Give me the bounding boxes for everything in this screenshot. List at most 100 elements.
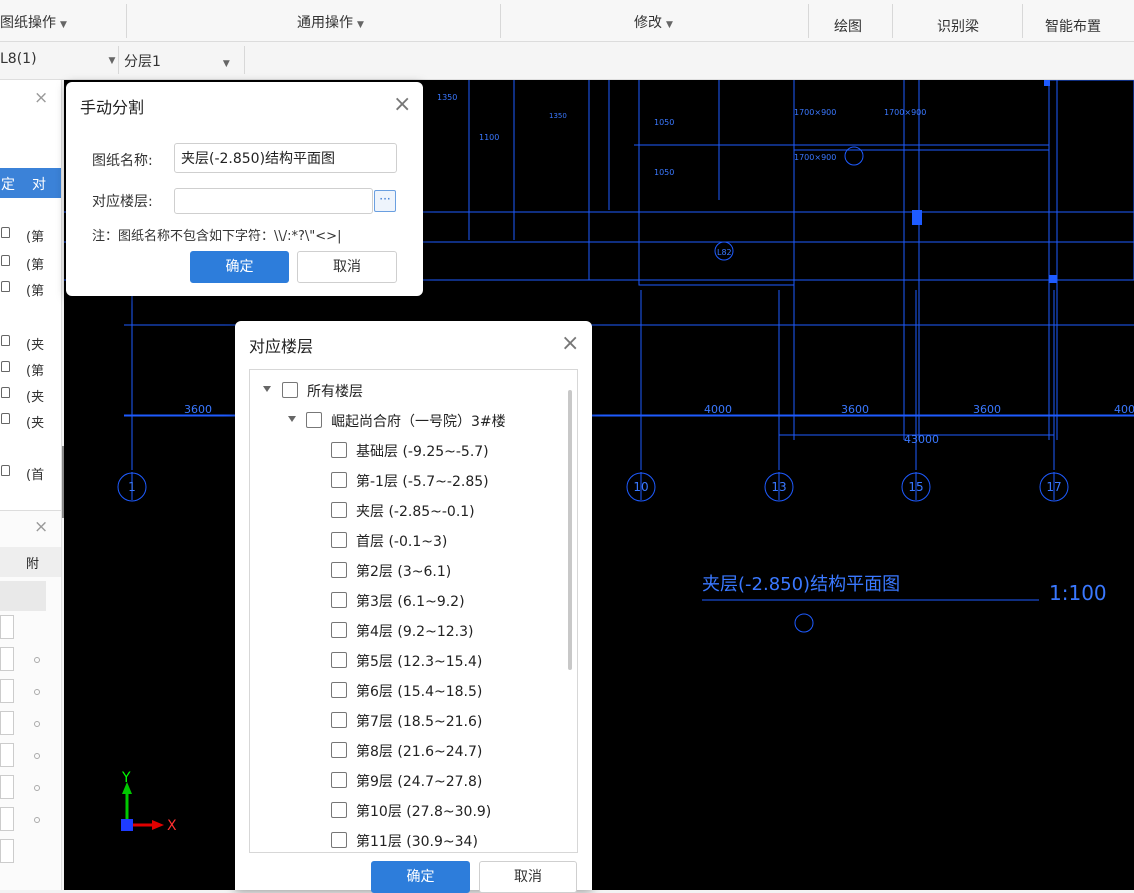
tree-node-floor[interactable]: 第2层 (3~6.1)	[250, 558, 560, 584]
checkbox[interactable]	[331, 742, 347, 758]
ribbon-divider	[1022, 4, 1023, 38]
ucs-axis-icon: Y X	[121, 770, 177, 834]
identify-beam-button[interactable]: 识别梁	[937, 16, 979, 36]
drawing-name-input[interactable]	[174, 143, 397, 173]
tree-node-floor[interactable]: 第-1层 (-5.7~-2.85)	[250, 468, 560, 494]
checkbox[interactable]	[331, 592, 347, 608]
floor-input[interactable]	[174, 188, 373, 214]
axis-label: 17	[1046, 480, 1061, 494]
checkbox[interactable]	[331, 652, 347, 668]
lock-icon	[1, 465, 10, 476]
lock-icon	[1, 335, 10, 346]
checkbox[interactable]	[331, 562, 347, 578]
checkbox[interactable]	[331, 622, 347, 638]
checkbox[interactable]	[331, 442, 347, 458]
svg-text:Y: Y	[121, 770, 131, 786]
toolbar-divider	[118, 46, 119, 74]
list-item[interactable]: (夹	[0, 410, 60, 432]
expand-icon[interactable]	[263, 386, 271, 392]
radio-icon[interactable]	[34, 657, 40, 663]
manual-split-dialog: 手动分割 × 图纸名称: 对应楼层: ··· 注：图纸名称不包含如下字符：\\/…	[66, 82, 423, 296]
radio-icon[interactable]	[34, 817, 40, 823]
cancel-button[interactable]: 取消	[479, 861, 577, 893]
tree-node-floor[interactable]: 基础层 (-9.25~-5.7)	[250, 438, 560, 464]
property-field[interactable]	[0, 743, 14, 767]
list-item[interactable]: (第	[0, 278, 60, 300]
tree-node-floor[interactable]: 第3层 (6.1~9.2)	[250, 588, 560, 614]
ribbon-group-modify[interactable]: 修改 ▼	[634, 12, 673, 32]
radio-icon[interactable]	[34, 753, 40, 759]
svg-text:1050: 1050	[654, 168, 674, 177]
tree-node-floor[interactable]: 第9层 (24.7~27.8)	[250, 768, 560, 794]
list-item[interactable]: (第	[0, 224, 60, 246]
checkbox[interactable]	[331, 772, 347, 788]
tree-node-floor[interactable]: 第6层 (15.4~18.5)	[250, 678, 560, 704]
radio-icon[interactable]	[34, 785, 40, 791]
lock-icon	[1, 255, 10, 266]
checkbox[interactable]	[331, 502, 347, 518]
toolbar-divider	[244, 46, 245, 74]
property-field[interactable]	[0, 807, 14, 831]
close-icon[interactable]: ×	[561, 333, 579, 355]
ribbon-group-common-ops[interactable]: 通用操作 ▼	[297, 12, 364, 32]
caret-down-icon: ▼	[222, 59, 230, 69]
expand-icon[interactable]	[288, 416, 296, 422]
list-item[interactable]: (夹	[0, 332, 60, 354]
checkbox[interactable]	[331, 802, 347, 818]
checkbox[interactable]	[331, 682, 347, 698]
list-header: 定 对	[0, 168, 61, 198]
tree-node-all-floors[interactable]: 所有楼层	[250, 378, 560, 404]
property-field[interactable]	[0, 839, 14, 863]
drawing-title: 夹层(-2.850)结构平面图	[702, 574, 900, 595]
list-item[interactable]: (首	[0, 462, 60, 484]
radio-icon[interactable]	[34, 721, 40, 727]
dimension-label: 3600	[973, 403, 1001, 416]
cancel-button[interactable]: 取消	[297, 251, 397, 283]
property-field[interactable]	[0, 711, 14, 735]
draw-button[interactable]: 绘图	[834, 16, 862, 36]
properties-row	[0, 581, 46, 611]
tree-node-floor[interactable]: 首层 (-0.1~3)	[250, 528, 560, 554]
property-field[interactable]	[0, 775, 14, 799]
property-field[interactable]	[0, 679, 14, 703]
close-icon[interactable]: ×	[34, 517, 48, 537]
browse-floor-button[interactable]: ···	[374, 190, 396, 212]
property-field[interactable]	[0, 647, 14, 671]
tree-node-building[interactable]: 崛起尚合府（一号院）3#楼	[250, 408, 560, 434]
tree-node-floor[interactable]: 第8层 (21.6~24.7)	[250, 738, 560, 764]
ribbon-divider	[892, 4, 893, 38]
tree-node-floor[interactable]: 第5层 (12.3~15.4)	[250, 648, 560, 674]
list-item[interactable]: (夹	[0, 384, 60, 406]
checkbox[interactable]	[331, 712, 347, 728]
axis-label: 10	[633, 480, 648, 494]
tree-scrollbar[interactable]	[568, 390, 572, 670]
checkbox[interactable]	[331, 532, 347, 548]
svg-text:1100: 1100	[479, 133, 499, 142]
lock-icon	[1, 281, 10, 292]
tree-node-floor[interactable]: 第11层 (30.9~34)	[250, 828, 560, 852]
close-icon[interactable]: ×	[393, 94, 411, 116]
tree-node-floor[interactable]: 第7层 (18.5~21.6)	[250, 708, 560, 734]
ok-button[interactable]: 确定	[371, 861, 470, 893]
ribbon-group-drawing-ops[interactable]: 图纸操作 ▼	[0, 12, 67, 32]
tree-node-floor[interactable]: 夹层 (-2.85~-0.1)	[250, 498, 560, 524]
checkbox[interactable]	[306, 412, 322, 428]
checkbox[interactable]	[331, 472, 347, 488]
dimension-label: 4000	[1114, 403, 1134, 416]
element-select[interactable]: L8(1) ▼	[0, 51, 115, 67]
caret-down-icon: ▼	[357, 20, 364, 30]
tree-node-floor[interactable]: 第4层 (9.2~12.3)	[250, 618, 560, 644]
list-item[interactable]: (第	[0, 252, 60, 274]
ok-button[interactable]: 确定	[190, 251, 289, 283]
layer-select[interactable]: 分层1 ▼	[124, 51, 230, 71]
property-field[interactable]	[0, 615, 14, 639]
radio-icon[interactable]	[34, 689, 40, 695]
checkbox[interactable]	[282, 382, 298, 398]
drawing-list-panel: × 定 对 (第 (第 (第 (夹 (第 (夹 (夹 (首 × 附	[0, 80, 62, 890]
close-icon[interactable]: ×	[34, 88, 48, 108]
tree-node-floor[interactable]: 第10层 (27.8~30.9)	[250, 798, 560, 824]
floor-select-dialog: 对应楼层 × 所有楼层 崛起尚合府（一号院）3#楼 基础层 (-9.25~-5.…	[235, 321, 592, 893]
smart-layout-button[interactable]: 智能布置	[1045, 16, 1101, 36]
checkbox[interactable]	[331, 832, 347, 848]
list-item[interactable]: (第	[0, 358, 60, 380]
